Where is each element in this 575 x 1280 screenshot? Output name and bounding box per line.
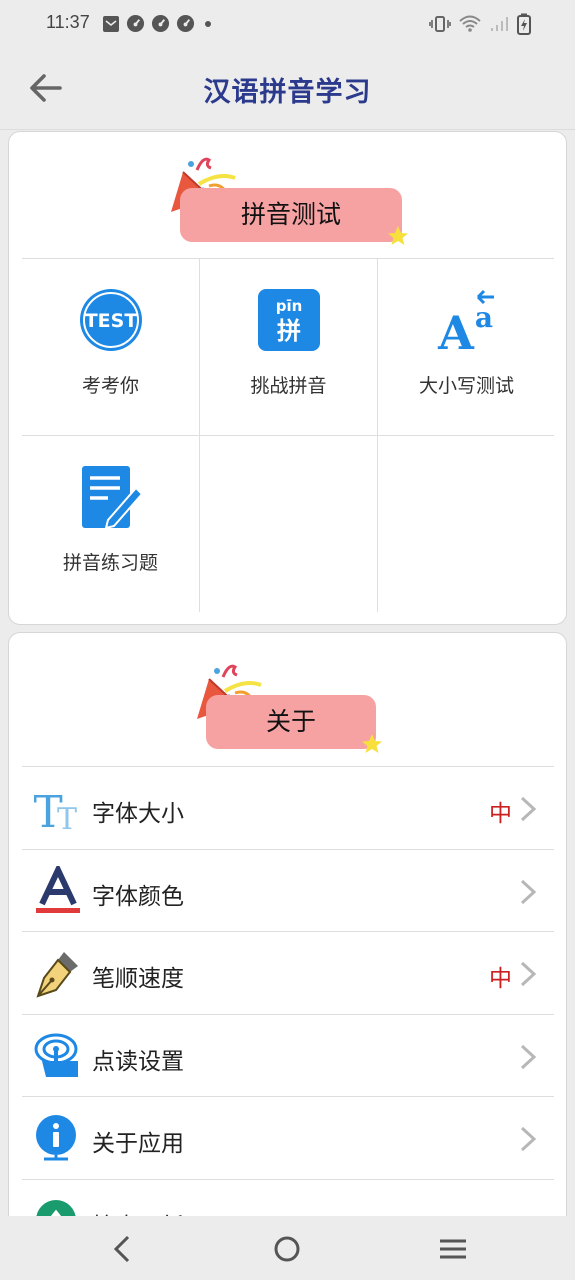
system-nav-bar xyxy=(0,1216,575,1280)
svg-text:拼: 拼 xyxy=(277,317,301,345)
nav-back-button[interactable] xyxy=(106,1232,140,1266)
pinyin-test-card: 拼音测试 TEST 考考你 pīn 拼 挑战拼音 A a 大小写测试 拼音练习题 xyxy=(8,131,567,625)
stroke-speed-value: 中 xyxy=(489,966,512,992)
chevron-right-icon xyxy=(520,961,537,987)
grid-item-label: 挑战拼音 xyxy=(250,375,327,397)
section-title-test: 拼音测试 xyxy=(180,188,402,242)
nav-back-icon xyxy=(113,1235,130,1263)
grid-item-daxiaoxie-test[interactable]: A a 大小写测试 xyxy=(378,259,555,435)
list-item-label: 字体大小 xyxy=(92,801,184,827)
test-grid: TEST 考考你 pīn 拼 挑战拼音 A a 大小写测试 拼音练习题 xyxy=(22,258,555,612)
list-item-label: 笔顺速度 xyxy=(92,966,184,992)
pinyin-pin-icon: pīn 拼 xyxy=(257,289,320,351)
chevron-right-icon xyxy=(520,796,537,822)
status-time: 11:37 xyxy=(46,12,90,32)
grid-item-kaokaoni[interactable]: TEST 考考你 xyxy=(22,259,199,435)
touch-read-icon xyxy=(34,1033,78,1077)
list-item-touch-read[interactable]: 点读设置 xyxy=(22,1015,554,1097)
battery-charging-icon xyxy=(517,13,531,35)
app-bar: 汉语拼音学习 xyxy=(0,48,575,130)
speedometer-icon xyxy=(176,14,195,33)
nav-home-button[interactable] xyxy=(270,1232,304,1266)
font-size-value: 中 xyxy=(489,801,512,827)
list-item-font-size[interactable]: T T 字体大小 中 xyxy=(22,767,554,850)
notepad-pen-icon xyxy=(81,466,143,530)
section-title-about-label: 关于 xyxy=(265,707,316,736)
list-item-label: 字体颜色 xyxy=(92,883,184,910)
letter-case-icon: A a xyxy=(437,289,494,353)
svg-text:TEST: TEST xyxy=(84,310,137,332)
section-title-test-label: 拼音测试 xyxy=(240,200,341,229)
grid-item-tiaozhan-pinyin[interactable]: pīn 拼 挑战拼音 xyxy=(200,259,377,435)
test-badge-icon: TEST xyxy=(79,289,142,351)
chevron-right-icon xyxy=(520,879,537,904)
info-icon xyxy=(36,1115,76,1161)
star-icon xyxy=(388,226,408,245)
list-item-about-app[interactable]: 关于应用 xyxy=(22,1097,554,1180)
grid-item-label: 考考你 xyxy=(81,375,139,397)
font-size-icon: T T xyxy=(34,787,77,833)
svg-text:T: T xyxy=(57,802,77,833)
pen-nib-icon xyxy=(36,952,78,998)
status-right-icons xyxy=(429,13,531,35)
grid-item-label: 拼音练习题 xyxy=(62,552,158,574)
grid-item-label: 大小写测试 xyxy=(418,375,514,397)
status-bar: 11:37 xyxy=(0,0,575,48)
chevron-right-icon xyxy=(520,1126,537,1152)
mail-icon xyxy=(103,15,119,32)
settings-list: T T 字体大小 中 字体颜色 笔顺速度 中 点读设置 关于应用 xyxy=(22,766,554,1231)
section-header-about: 关于 xyxy=(9,633,566,753)
nav-menu-button[interactable] xyxy=(436,1232,470,1266)
nav-menu-icon xyxy=(440,1239,466,1259)
list-item-stroke-speed[interactable]: 笔顺速度 中 xyxy=(22,932,554,1015)
nav-home-icon xyxy=(274,1236,300,1262)
dot-icon xyxy=(205,20,211,27)
status-left-icons xyxy=(102,14,215,33)
chevron-right-icon xyxy=(520,1044,537,1069)
wifi-icon xyxy=(459,15,481,32)
section-title-about: 关于 xyxy=(206,695,376,749)
svg-text:a: a xyxy=(474,301,492,334)
list-item-label: 关于应用 xyxy=(92,1131,184,1157)
svg-text:pīn: pīn xyxy=(275,297,302,315)
star-icon xyxy=(362,734,382,753)
signal-icon xyxy=(491,17,508,31)
section-header-test: 拼音测试 xyxy=(9,132,566,252)
font-color-icon xyxy=(36,865,80,913)
vibrate-icon xyxy=(429,16,451,32)
grid-item-lianxiti[interactable]: 拼音练习题 xyxy=(22,436,199,612)
speedometer-icon xyxy=(126,14,145,33)
list-item-label: 点读设置 xyxy=(92,1048,184,1075)
speedometer-icon xyxy=(151,14,170,33)
about-card: 关于 T T 字体大小 中 字体颜色 笔顺速度 中 点读设置 关于应用 xyxy=(8,632,567,1232)
page-title: 汉语拼音学习 xyxy=(203,77,372,108)
svg-text:A: A xyxy=(437,306,475,353)
list-item-font-color[interactable]: 字体颜色 xyxy=(22,850,554,932)
